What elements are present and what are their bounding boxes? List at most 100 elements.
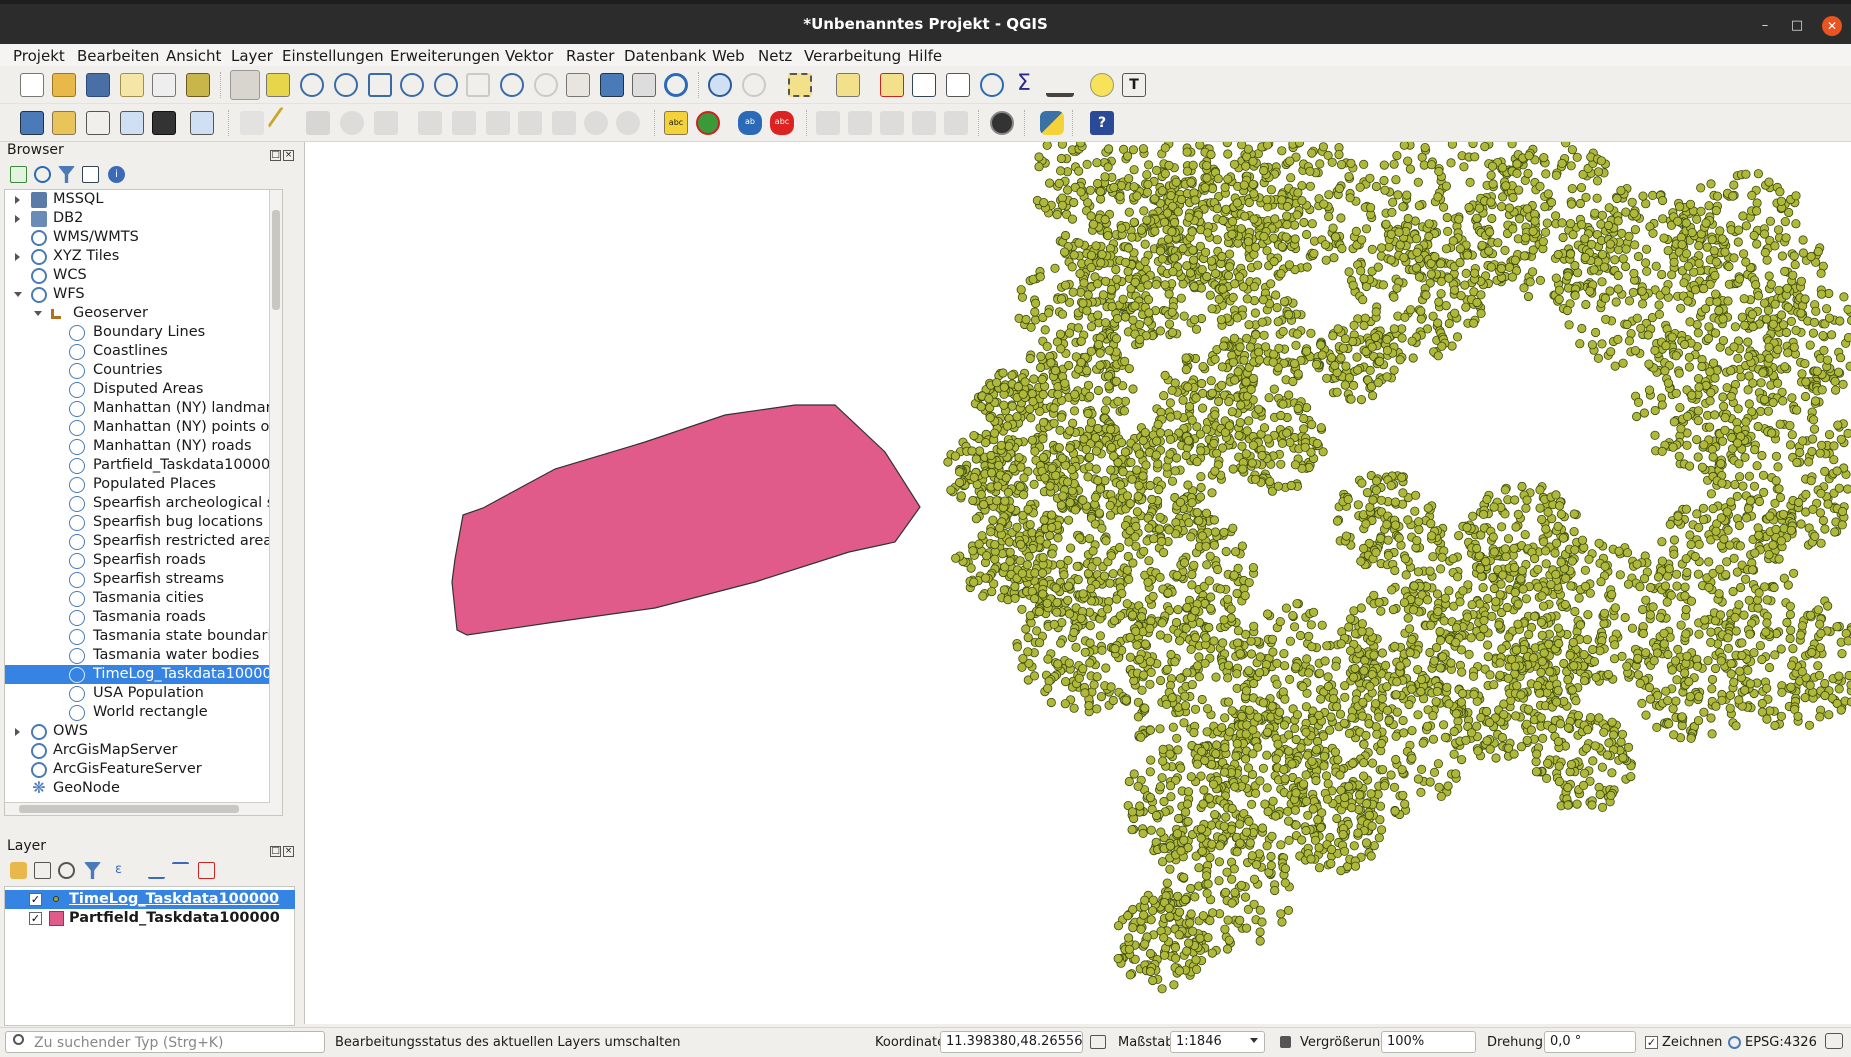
new-temporary-layer-icon[interactable]: [190, 111, 214, 135]
new-spatialite-layer-icon[interactable]: [120, 111, 144, 135]
refresh-browser-icon[interactable]: [34, 166, 51, 183]
modify-attributes-icon[interactable]: [418, 111, 442, 135]
new-shapefile-layer-icon[interactable]: [86, 111, 110, 135]
move-label-icon[interactable]: [880, 111, 904, 135]
zoom-in-icon[interactable]: [300, 73, 324, 97]
undo-icon[interactable]: [584, 111, 608, 135]
menu-ansicht[interactable]: Ansicht: [166, 47, 221, 65]
layout-manager-icon[interactable]: [152, 73, 176, 97]
zoom-full-icon[interactable]: [368, 73, 392, 97]
help-icon[interactable]: ?: [1090, 111, 1114, 135]
vertex-tool-icon[interactable]: [374, 111, 398, 135]
menu-raster[interactable]: Raster: [566, 47, 614, 65]
collapse-all-icon[interactable]: [82, 166, 99, 183]
expand-arrow-icon[interactable]: [15, 253, 20, 261]
toggle-editing-icon[interactable]: [267, 106, 301, 140]
highlight-labels-icon[interactable]: ab: [738, 111, 762, 135]
save-project-icon[interactable]: [86, 73, 110, 97]
add-point-icon[interactable]: [340, 111, 364, 135]
field-calculator-icon[interactable]: [946, 73, 970, 97]
attribute-table-icon[interactable]: [912, 73, 936, 97]
new-virtual-layer-icon[interactable]: [152, 111, 176, 135]
scrollbar-thumb[interactable]: [272, 210, 280, 310]
save-edits-icon[interactable]: [306, 111, 330, 135]
zoom-to-layer-icon[interactable]: [434, 73, 458, 97]
remove-layer-icon[interactable]: [198, 862, 215, 879]
menu-bearbeiten[interactable]: Bearbeiten: [77, 47, 159, 65]
layer-row-timelog[interactable]: ✓ TimeLog_Taskdata100000: [5, 890, 295, 909]
select-features-icon[interactable]: [788, 73, 812, 97]
show-unplaced-labels-icon[interactable]: abc: [770, 111, 794, 135]
close-button[interactable]: ✕: [1822, 16, 1842, 36]
deselect-all-icon[interactable]: [880, 73, 904, 97]
menu-web[interactable]: Web: [712, 47, 745, 65]
browser-horizontal-scrollbar[interactable]: [5, 802, 270, 815]
collapse-arrow-icon[interactable]: [34, 311, 42, 316]
pan-to-selection-icon[interactable]: [266, 73, 290, 97]
redo-icon[interactable]: [616, 111, 640, 135]
zoom-out-icon[interactable]: [334, 73, 358, 97]
expand-all-icon[interactable]: [148, 862, 165, 879]
scrollbar-thumb[interactable]: [19, 805, 239, 813]
close-panel-icon[interactable]: ×: [283, 846, 294, 857]
action-icon[interactable]: [742, 73, 766, 97]
maximize-button[interactable]: □: [1787, 16, 1807, 36]
menu-einstellungen[interactable]: Einstellungen: [282, 47, 384, 65]
new-project-icon[interactable]: [20, 73, 44, 97]
add-group-icon[interactable]: [34, 862, 51, 879]
open-project-icon[interactable]: [52, 73, 76, 97]
current-edits-icon[interactable]: [240, 111, 264, 135]
label-toolbar-icon[interactable]: abc: [664, 111, 688, 135]
menu-netz[interactable]: Netz: [758, 47, 792, 65]
zoom-native-icon[interactable]: [466, 73, 490, 97]
identify-features-icon[interactable]: [708, 73, 732, 97]
data-source-manager-icon[interactable]: [20, 111, 44, 135]
new-print-layout-icon[interactable]: [120, 73, 144, 97]
expand-arrow-icon[interactable]: [15, 215, 20, 223]
menu-hilfe[interactable]: Hilfe: [908, 47, 942, 65]
processing-toolbox-icon[interactable]: [980, 73, 1004, 97]
cut-features-icon[interactable]: [486, 111, 510, 135]
close-panel-icon[interactable]: ×: [283, 150, 294, 161]
show-hide-labels-icon[interactable]: [848, 111, 872, 135]
style-manager-icon[interactable]: [186, 73, 210, 97]
menu-layer[interactable]: Layer: [231, 47, 273, 65]
pan-map-icon[interactable]: [230, 70, 260, 100]
browser-vertical-scrollbar[interactable]: [269, 190, 282, 815]
show-bookmarks-icon[interactable]: [632, 73, 656, 97]
filter-by-expression-icon[interactable]: ε: [110, 862, 127, 879]
add-selected-layers-icon[interactable]: [10, 166, 27, 183]
browser-item-layer-selected[interactable]: TimeLog_Taskdata100000: [5, 665, 282, 684]
bookmark-icon[interactable]: [600, 73, 624, 97]
select-by-value-icon[interactable]: [836, 73, 860, 97]
statistics-icon[interactable]: Σ: [1012, 73, 1036, 97]
paste-features-icon[interactable]: [552, 111, 576, 135]
manage-visibility-icon[interactable]: [58, 862, 75, 879]
collapse-all-icon[interactable]: [172, 862, 189, 879]
metasearch-icon[interactable]: [990, 111, 1014, 135]
diagram-icon[interactable]: [696, 111, 720, 135]
copy-features-icon[interactable]: [518, 111, 542, 135]
delete-selected-icon[interactable]: [452, 111, 476, 135]
layer-style-icon[interactable]: [10, 862, 27, 879]
rotate-label-icon[interactable]: [912, 111, 936, 135]
new-geopackage-layer-icon[interactable]: [52, 111, 76, 135]
layer-row-partfield[interactable]: ✓ Partfield_Taskdata100000: [5, 909, 295, 928]
menu-vektor[interactable]: Vektor: [505, 47, 553, 65]
new-map-view-icon[interactable]: [566, 73, 590, 97]
map-canvas[interactable]: [304, 142, 1851, 1024]
expand-arrow-icon[interactable]: [15, 728, 20, 736]
layer-visibility-checkbox[interactable]: ✓: [29, 912, 42, 925]
float-panel-icon[interactable]: □: [270, 150, 281, 161]
map-svg[interactable]: [305, 142, 1851, 1024]
zoom-to-selection-icon[interactable]: [400, 73, 424, 97]
filter-browser-icon[interactable]: [58, 166, 75, 183]
python-console-icon[interactable]: [1040, 111, 1064, 135]
menu-projekt[interactable]: Projekt: [13, 47, 65, 65]
filter-legend-icon[interactable]: [84, 862, 101, 879]
change-label-icon[interactable]: [944, 111, 968, 135]
menu-erweiterungen[interactable]: Erweiterungen: [390, 47, 500, 65]
menu-verarbeitung[interactable]: Verarbeitung: [804, 47, 901, 65]
minimize-button[interactable]: –: [1755, 16, 1775, 36]
zoom-next-icon[interactable]: [534, 73, 558, 97]
